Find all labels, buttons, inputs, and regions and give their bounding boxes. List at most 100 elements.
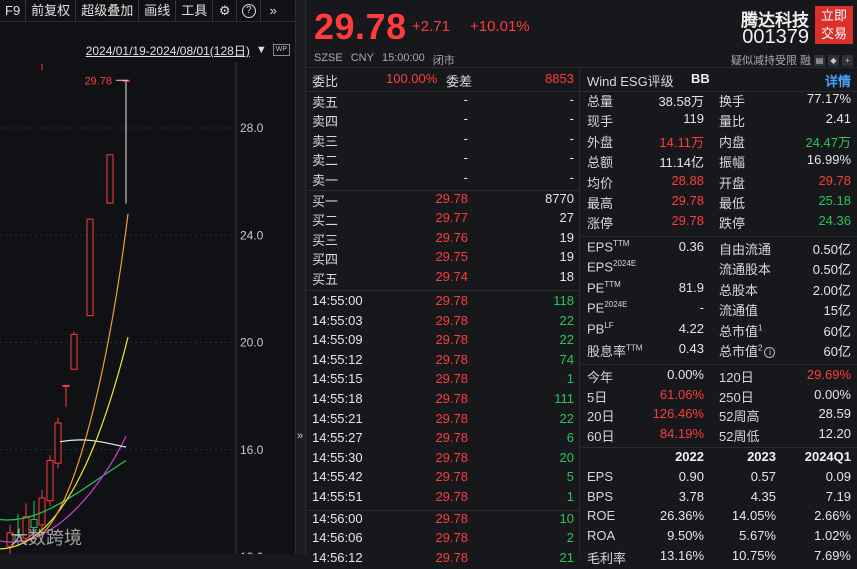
date-range-label[interactable]: 2024/01/19-2024/08/01(128日) (86, 42, 250, 59)
y-tick-label: 28.0 (240, 121, 264, 135)
tick-volume: 1 (566, 489, 574, 504)
ask-price: - (463, 169, 468, 185)
financial-value: 13.16% (659, 548, 704, 563)
bid-volume: 19 (559, 249, 574, 265)
diff-value: 8853 (545, 71, 574, 86)
ratio-value: 100.00% (386, 71, 438, 86)
valuation-label: 流通股本 (719, 259, 771, 278)
tick-price: 29.78 (435, 530, 468, 546)
valuation-label-text: 股息率 (587, 344, 627, 360)
more-icon[interactable]: » (261, 0, 285, 22)
performance-value: 0.00% (814, 386, 851, 402)
stat-value: 24.36 (818, 213, 851, 229)
trade-now-line1: 立即 (820, 8, 847, 23)
ask-price: - (463, 130, 468, 146)
divider (581, 363, 857, 365)
financial-value: 0.90 (678, 468, 704, 484)
performance-row: 今年 0.00% 120日 29.69% (581, 367, 857, 387)
ask-volume: - (569, 111, 574, 127)
performance-label: 52周低 (719, 429, 760, 445)
tick-row: 14:55:18 29.78 111 (306, 391, 580, 411)
tick-price: 29.78 (435, 510, 468, 526)
valuation-label: 自由流通 (719, 239, 771, 258)
bid-price: 29.78 (435, 191, 468, 206)
tick-time: 14:55:15 (312, 371, 363, 387)
valuation-label-text: PE (587, 300, 605, 316)
pane-expander[interactable]: » (296, 0, 306, 554)
reduction-restricted-tag[interactable]: 疑似减持受限 (731, 52, 797, 68)
high-price-label: 29.78 (84, 75, 112, 87)
performance-label: 20日 (587, 409, 615, 425)
tick-time: 14:55:00 (312, 293, 363, 308)
performance-label: 250日 (719, 389, 754, 405)
bell-icon[interactable]: ◆ (828, 54, 839, 66)
tick-row: 14:55:51 29.78 1 (306, 489, 580, 509)
candle-body (62, 384, 70, 387)
performance-label: 120日 (719, 369, 754, 385)
help-icon[interactable]: ? (237, 0, 262, 22)
ma-line-white (59, 439, 127, 448)
ask-row: 卖一 - - (306, 170, 580, 190)
kline-chart[interactable]: 28.0 24.0 20.0 16.0 12.0 29.78 (0, 62, 296, 554)
ask-label: 卖五 (312, 95, 339, 110)
financial-value: 26.36% (659, 508, 704, 524)
stat-value: 25.18 (818, 193, 851, 208)
performance-row: 60日 84.19% 52周低 12.20 (581, 426, 857, 446)
valuation-label: PBLF (587, 321, 614, 336)
tick-price: 29.78 (435, 391, 468, 406)
valuation-label: 总市值1 (719, 321, 762, 340)
tick-row: 14:56:06 29.78 2 (306, 530, 580, 550)
tools-button[interactable]: 工具 (176, 0, 214, 22)
candle-body (70, 333, 78, 370)
valuation-value: 4.22 (678, 320, 704, 336)
bid-price: 29.76 (435, 229, 468, 245)
valuation-label-text: 流通股本 (719, 262, 772, 278)
performance-label: 52周高 (719, 409, 760, 425)
dropdown-triangle-icon[interactable]: ▼ (256, 44, 267, 56)
valuation-label-text: PE (587, 280, 605, 296)
wind-esg-row: Wind ESG评级 BB 详情 (581, 71, 857, 91)
stat-value: 38.58万 (658, 94, 704, 109)
list-icon[interactable]: ▤ (814, 54, 825, 66)
performance-row: 5日 61.06% 250日 0.00% (581, 387, 857, 407)
financial-value: 5.67% (739, 528, 776, 544)
stock-code: 001379 (742, 26, 809, 48)
valuation-value: 0.50亿 (812, 241, 851, 257)
draw-line-button[interactable]: 画线 (139, 0, 177, 22)
bid-price: 29.75 (435, 249, 468, 265)
valuation-row: PBLF 4.22 总市值1 60亿 (581, 321, 857, 341)
watermark-text: 大数跨境 (10, 528, 82, 548)
valuation-label: 总股本 (719, 280, 758, 299)
tick-price: 29.78 (435, 469, 468, 485)
valuation-row: PE2024E - 流通值 15亿 (581, 300, 857, 320)
valuation-label: EPSTTM (587, 239, 629, 254)
super-overlay-button[interactable]: 超级叠加 (76, 0, 140, 22)
detail-link[interactable]: 详情 (825, 71, 851, 90)
tick-time: 14:55:03 (312, 312, 363, 328)
performance-value: 0.00% (667, 366, 704, 382)
ask-volume: - (569, 150, 574, 166)
f9-button[interactable]: F9 (0, 0, 27, 22)
tick-price: 29.78 (435, 449, 468, 465)
valuation-label-text: 总市值 (719, 344, 759, 360)
valuation-value: 60亿 (823, 323, 851, 339)
financial-value: 10.75% (731, 548, 776, 563)
trade-now-button[interactable]: 立即 交易 (815, 6, 853, 44)
forward-adjust-button[interactable]: 前复权 (26, 0, 77, 22)
valuation-value: 0.43 (678, 341, 704, 357)
candle-body (106, 154, 114, 204)
stat-value: 29.78 (671, 193, 704, 208)
add-icon[interactable]: + (842, 54, 853, 66)
tick-price: 29.78 (435, 351, 468, 367)
performance-value: 126.46% (652, 406, 704, 422)
margin-tag[interactable]: 融 (800, 52, 811, 68)
quote-time: 15:00:00 (381, 52, 425, 64)
info-icon[interactable]: i (764, 347, 776, 359)
gear-icon[interactable]: ⚙ (213, 0, 238, 22)
expand-icon[interactable]: » (297, 430, 303, 442)
tick-time: 14:55:09 (312, 332, 363, 348)
wp-badge[interactable]: WP (272, 44, 290, 56)
tick-volume: 10 (559, 510, 574, 526)
divider (581, 447, 857, 448)
financial-label: BPS (587, 488, 614, 504)
